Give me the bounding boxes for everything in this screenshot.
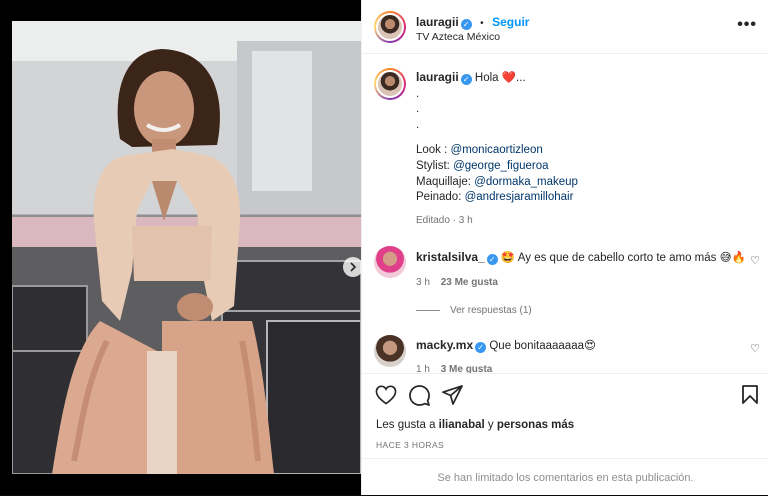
post-photo[interactable] xyxy=(12,21,361,474)
mention-link[interactable]: @george_figueroa xyxy=(453,160,548,172)
post-photo-image xyxy=(12,21,361,474)
caption-look-label: Look : xyxy=(416,144,448,157)
verified-icon: ✓ xyxy=(460,74,472,85)
author-username[interactable]: lauragii xyxy=(416,15,459,29)
caption-makeup-label: Maquillaje: xyxy=(416,175,471,188)
caption-hair-label: Peinado: xyxy=(416,191,462,204)
caption-first-line: lauragii ✓ Hola ❤️... xyxy=(416,70,756,87)
verified-icon: ✓ xyxy=(475,342,487,353)
save-bookmark-icon[interactable] xyxy=(742,385,758,404)
mention-link[interactable]: @andresjaramillohair xyxy=(465,191,574,203)
commenter-avatar[interactable] xyxy=(374,335,406,367)
comments-area: lauragii ✓ Hola ❤️... . . . Look : @monic… xyxy=(362,55,768,373)
caption-dot-line: . xyxy=(416,118,420,131)
more-options-icon[interactable]: ••• xyxy=(737,16,757,34)
chevron-right-icon xyxy=(350,262,357,272)
like-heart-icon[interactable] xyxy=(375,385,397,405)
likes-summary: Les gusta a ilianabal y personas más xyxy=(376,419,574,431)
likes-others-link[interactable]: personas más xyxy=(497,419,574,431)
comment-icon[interactable] xyxy=(409,385,430,406)
follow-button[interactable]: Seguir xyxy=(492,15,529,29)
caption-edited: Editado · 3 h xyxy=(416,214,473,226)
post-dialog: lauragii ✓ • Seguir TV Azteca México ••• … xyxy=(0,0,768,495)
view-replies-button[interactable]: Ver respuestas (1) xyxy=(416,305,532,316)
like-comment-icon[interactable]: ♡ xyxy=(750,342,760,355)
likes-user-link[interactable]: ilianabal xyxy=(439,419,485,431)
likes-prefix: Les gusta a xyxy=(376,419,436,431)
like-comment-icon[interactable]: ♡ xyxy=(750,254,760,267)
comment-username[interactable]: macky.mx xyxy=(416,338,473,352)
verified-icon: ✓ xyxy=(460,19,472,30)
comment-likes[interactable]: 3 Me gusta xyxy=(441,364,493,373)
commenter-avatar[interactable] xyxy=(374,246,406,278)
comment-meta: 1 h 3 Me gusta xyxy=(416,364,492,373)
caption-stylist-line: Stylist: @george_figueroa xyxy=(416,159,756,175)
post-actions: Les gusta a ilianabal y personas más HAC… xyxy=(362,373,768,495)
comment-likes[interactable]: 23 Me gusta xyxy=(441,277,498,288)
view-replies-label: Ver respuestas (1) xyxy=(450,305,532,316)
caption-greeting: Hola ❤️... xyxy=(474,72,526,84)
caption-stylist-label: Stylist: xyxy=(416,159,450,172)
comment-time: 3 h xyxy=(416,277,430,288)
share-icon[interactable] xyxy=(442,385,463,405)
comment: kristalsilva_ ✓ 🤩 Ay es que de cabello co… xyxy=(416,250,746,265)
author-avatar[interactable] xyxy=(374,11,406,43)
caption-makeup-line: Maquillaje: @dormaka_makeup xyxy=(416,175,756,191)
post-time[interactable]: HACE 3 HORAS xyxy=(376,440,444,450)
mention-link[interactable]: @monicaortizleon xyxy=(451,144,543,156)
post-side-panel: lauragii ✓ • Seguir TV Azteca México ••• … xyxy=(361,0,768,495)
carousel-next-button[interactable] xyxy=(343,257,361,277)
post-location[interactable]: TV Azteca México xyxy=(416,31,500,43)
caption-username[interactable]: lauragii xyxy=(416,70,459,84)
caption-hair-line: Peinado: @andresjaramillohair xyxy=(416,190,756,206)
comment-text: 🤩 Ay es que de cabello corto te amo más … xyxy=(500,252,746,264)
author-line: lauragii ✓ • Seguir xyxy=(416,13,529,31)
verified-icon: ✓ xyxy=(486,254,498,265)
comment-username[interactable]: kristalsilva_ xyxy=(416,250,485,264)
caption-look-line: Look : @monicaortizleon xyxy=(416,143,756,159)
likes-and: y xyxy=(487,419,494,431)
comment-meta: 3 h 23 Me gusta xyxy=(416,277,498,288)
comments-limited-notice: Se han limitado los comentarios en esta … xyxy=(362,458,768,496)
caption-dot-line: . xyxy=(416,87,420,100)
comment-text: Que bonitaaaaaaa😍 xyxy=(489,340,596,352)
comment-time: 1 h xyxy=(416,364,430,373)
mention-link[interactable]: @dormaka_makeup xyxy=(474,176,578,188)
post-header: lauragii ✓ • Seguir TV Azteca México ••• xyxy=(362,0,768,54)
replies-line xyxy=(416,310,440,311)
caption: lauragii ✓ Hola ❤️... . . . Look : @monic… xyxy=(416,70,756,226)
caption-avatar[interactable] xyxy=(374,68,406,100)
separator-dot: • xyxy=(480,18,484,29)
caption-dot-line: . xyxy=(416,103,420,116)
comment: macky.mx ✓ Que bonitaaaaaaa😍 xyxy=(416,338,746,353)
